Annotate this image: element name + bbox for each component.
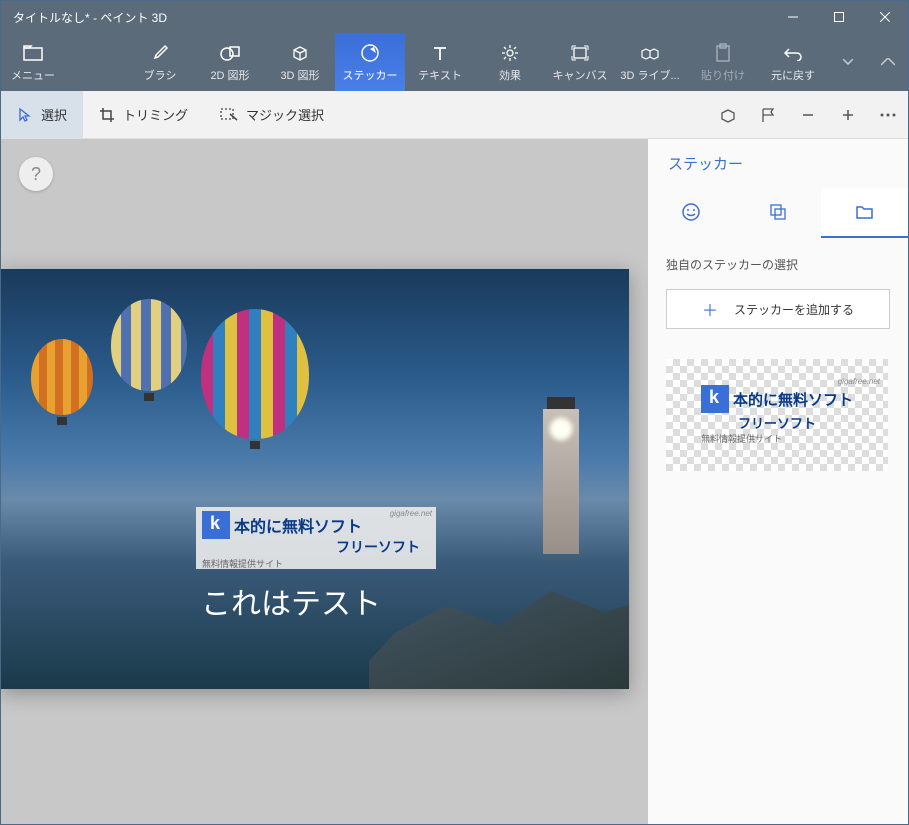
history-dropdown[interactable]: [828, 33, 868, 91]
flag-button[interactable]: [748, 91, 788, 139]
canvas-content: [549, 417, 573, 441]
add-sticker-button[interactable]: ＋ ステッカーを追加する: [666, 289, 890, 329]
sticker-text: 無料情報提供サイト: [701, 432, 853, 445]
close-button[interactable]: [862, 1, 908, 33]
undo-icon: [783, 42, 803, 64]
canvas-button[interactable]: キャンバス: [545, 33, 615, 91]
sticker-watermark: gigafree.net: [390, 509, 432, 518]
folder-icon: [23, 42, 43, 64]
effects-icon: [500, 42, 520, 64]
sticker-tabs: [648, 188, 908, 238]
ribbon-label: ステッカー: [343, 67, 398, 83]
library-3d-icon: [640, 42, 660, 64]
magic-select-tool[interactable]: マジック選択: [204, 91, 340, 139]
canvas[interactable]: gigafree.net 本的に無料ソフト フリーソフト 無料情報提供サイト こ…: [1, 269, 629, 689]
sticker-tab-textures[interactable]: [735, 188, 822, 238]
side-panel-title: ステッカー: [648, 139, 908, 188]
canvas-icon: [570, 42, 590, 64]
main-area: ? gigafree.net 本的に無料ソフト フリーソフト 無料情報提供サイト…: [1, 139, 908, 824]
placed-sticker[interactable]: gigafree.net 本的に無料ソフト フリーソフト 無料情報提供サイト: [196, 507, 436, 569]
texture-icon: [768, 202, 788, 222]
3d-library-button[interactable]: 3D ライブ...: [615, 33, 685, 91]
shapes-3d-icon: [290, 42, 310, 64]
menu-button[interactable]: メニュー: [1, 33, 65, 91]
ribbon-label: 貼り付け: [701, 67, 745, 83]
canvas-content: [111, 299, 187, 391]
text-icon: [431, 42, 449, 64]
tool-label: マジック選択: [246, 105, 324, 124]
3d-shapes-button[interactable]: 3D 図形: [265, 33, 335, 91]
sticker-button[interactable]: ステッカー: [335, 33, 405, 91]
zoom-out-button[interactable]: [788, 91, 828, 139]
shapes-2d-icon: [219, 42, 241, 64]
paste-icon: [714, 42, 732, 64]
sticker-watermark: gigafree.net: [838, 377, 880, 386]
canvas-text: これはテスト: [201, 579, 381, 623]
ribbon-label: 2D 図形: [210, 67, 249, 83]
zoom-in-button[interactable]: [828, 91, 868, 139]
ribbon-label: キャンバス: [553, 67, 608, 83]
brush-icon: [150, 42, 170, 64]
ribbon-label: ブラシ: [144, 67, 177, 83]
ribbon-label: 3D ライブ...: [620, 67, 679, 83]
k-logo-icon: [701, 385, 729, 413]
effects-button[interactable]: 効果: [475, 33, 545, 91]
crop-icon: [99, 107, 115, 123]
plus-icon: ＋: [702, 297, 718, 321]
sub-toolbar: 選択 トリミング マジック選択: [1, 91, 908, 139]
canvas-viewport[interactable]: ? gigafree.net 本的に無料ソフト フリーソフト 無料情報提供サイト…: [1, 139, 648, 824]
custom-sticker-thumbnail[interactable]: gigafree.net 本的に無料ソフト フリーソフト 無料情報提供サイト: [666, 359, 888, 471]
undo-button[interactable]: 元に戻す: [758, 33, 828, 91]
select-tool[interactable]: 選択: [1, 91, 83, 139]
2d-shapes-button[interactable]: 2D 図形: [195, 33, 265, 91]
minimize-button[interactable]: [770, 1, 816, 33]
tool-label: 選択: [41, 105, 67, 124]
cursor-icon: [17, 107, 33, 123]
smiley-icon: [681, 202, 701, 222]
sticker-tab-shapes[interactable]: [648, 188, 735, 238]
sticker-text: 無料情報提供サイト: [202, 557, 430, 570]
titlebar: タイトルなし* - ペイント 3D: [1, 1, 908, 33]
sticker-text: フリーソフト: [202, 537, 430, 557]
brush-button[interactable]: ブラシ: [125, 33, 195, 91]
k-logo-icon: [202, 511, 230, 539]
more-options-button[interactable]: [868, 91, 908, 139]
help-button[interactable]: ?: [19, 157, 53, 191]
canvas-content: [201, 309, 309, 439]
text-button[interactable]: テキスト: [405, 33, 475, 91]
sticker-tab-custom[interactable]: [821, 188, 908, 238]
side-panel: ステッカー 独自のステッカーの選択 ＋ ステッカーを追加する gigafree.…: [648, 139, 908, 824]
crop-tool[interactable]: トリミング: [83, 91, 204, 139]
ribbon: メニュー ブラシ 2D 図形 3D 図形 ステッカー テキスト 効果 キャンバス…: [1, 33, 908, 91]
canvas-content: [31, 339, 93, 415]
add-sticker-label: ステッカーを追加する: [734, 301, 854, 318]
section-label: 独自のステッカーの選択: [666, 256, 890, 273]
magic-select-icon: [220, 108, 238, 122]
folder-open-icon: [855, 204, 875, 220]
view-3d-button[interactable]: [708, 91, 748, 139]
sticker-icon: [360, 42, 380, 64]
ribbon-label: メニュー: [11, 67, 55, 83]
paste-button[interactable]: 貼り付け: [688, 33, 758, 91]
ribbon-label: テキスト: [418, 67, 462, 83]
sticker-text: 本的に無料ソフト: [234, 513, 362, 537]
sticker-text: 本的に無料ソフト: [733, 389, 853, 410]
canvas-content: [369, 549, 629, 689]
maximize-button[interactable]: [816, 1, 862, 33]
sticker-text: フリーソフト: [701, 413, 853, 432]
ribbon-label: 3D 図形: [280, 67, 319, 83]
ribbon-label: 元に戻す: [771, 67, 815, 83]
window-title: タイトルなし* - ペイント 3D: [1, 9, 770, 26]
collapse-ribbon-button[interactable]: [868, 33, 908, 91]
ribbon-label: 効果: [499, 67, 521, 83]
tool-label: トリミング: [123, 105, 188, 124]
